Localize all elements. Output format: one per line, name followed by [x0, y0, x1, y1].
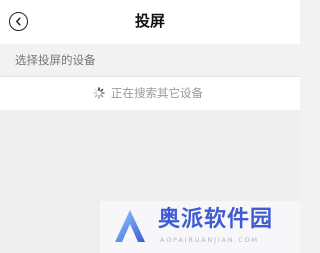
watermark-subtext: AOPAIRUANJIAN.COM — [160, 236, 259, 244]
loading-spinner-icon — [93, 87, 105, 99]
device-list-label: 选择投屏的设备 — [15, 53, 96, 67]
page-title: 投屏 — [134, 12, 165, 30]
watermark-logo-icon — [115, 210, 145, 242]
watermark-text: 奥派软件园 — [158, 207, 274, 232]
top-navigation-bar: 投屏 — [0, 0, 300, 44]
watermark: 奥派软件园 AOPAIRUANJIAN.COM — [100, 201, 300, 253]
device-search-status-row: 正在搜索其它设备 — [0, 77, 300, 110]
searching-status-text: 正在搜索其它设备 — [111, 86, 203, 100]
